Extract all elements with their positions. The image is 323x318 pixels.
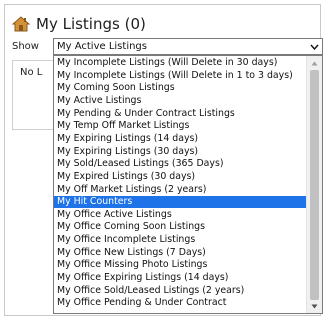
dropdown-option[interactable]: My Expired Listings (30 days) bbox=[54, 171, 306, 183]
scroll-down-icon[interactable] bbox=[307, 300, 322, 312]
dropdown-option[interactable]: My Office New Listings (7 Days) bbox=[54, 247, 306, 259]
dropdown-option[interactable]: My Incomplete Listings (Will Delete in 3… bbox=[54, 57, 306, 69]
scroll-up-icon[interactable] bbox=[307, 57, 322, 69]
page-title: My Listings (0) bbox=[36, 15, 146, 33]
filter-dropdown-list[interactable]: My Incomplete Listings (Will Delete in 3… bbox=[53, 55, 323, 314]
house-icon bbox=[12, 16, 30, 32]
dropdown-option[interactable]: My Office Expiring Listings (14 days) bbox=[54, 272, 306, 284]
dropdown-option[interactable]: My Sold/Leased Listings (365 Days) bbox=[54, 158, 306, 170]
dropdown-option[interactable]: My Pending & Under Contract Listings bbox=[54, 108, 306, 120]
dropdown-option[interactable]: My Active Listings bbox=[54, 95, 306, 107]
empty-results-text: No L bbox=[20, 67, 43, 78]
dropdown-option[interactable]: My Expiring Listings (30 days) bbox=[54, 146, 306, 158]
dropdown-option[interactable]: My Off Market Listings (2 years) bbox=[54, 184, 306, 196]
panel-header: My Listings (0) bbox=[12, 13, 146, 35]
show-label: Show bbox=[12, 41, 39, 52]
dropdown-option[interactable]: My Coming Soon Listings bbox=[54, 82, 306, 94]
chevron-down-icon[interactable] bbox=[308, 39, 320, 54]
dropdown-option[interactable]: My Office Missing Photo Listings bbox=[54, 259, 306, 271]
dropdown-option[interactable]: My Office Coming Soon Listings bbox=[54, 221, 306, 233]
dropdown-option[interactable]: My Office Pending & Under Contract bbox=[54, 297, 306, 309]
dropdown-option[interactable]: My Office Sold/Leased Listings (2 years) bbox=[54, 285, 306, 297]
dropdown-option[interactable]: My Expiring Listings (14 days) bbox=[54, 133, 306, 145]
dropdown-option[interactable]: My Office Incomplete Listings bbox=[54, 234, 306, 246]
selected-filter-value: My Active Listings bbox=[57, 41, 147, 52]
dropdown-option[interactable]: My Temp Off Market Listings bbox=[54, 120, 306, 132]
listing-filter-select[interactable]: My Active Listings bbox=[53, 38, 323, 55]
dropdown-option[interactable]: My Incomplete Listings (Will Delete in 1… bbox=[54, 70, 306, 82]
scrollbar-thumb[interactable] bbox=[310, 70, 319, 300]
dropdown-scrollbar[interactable] bbox=[306, 56, 322, 313]
dropdown-option[interactable]: My Hit Counters bbox=[54, 196, 306, 209]
dropdown-option[interactable]: My Office Active Listings bbox=[54, 209, 306, 221]
